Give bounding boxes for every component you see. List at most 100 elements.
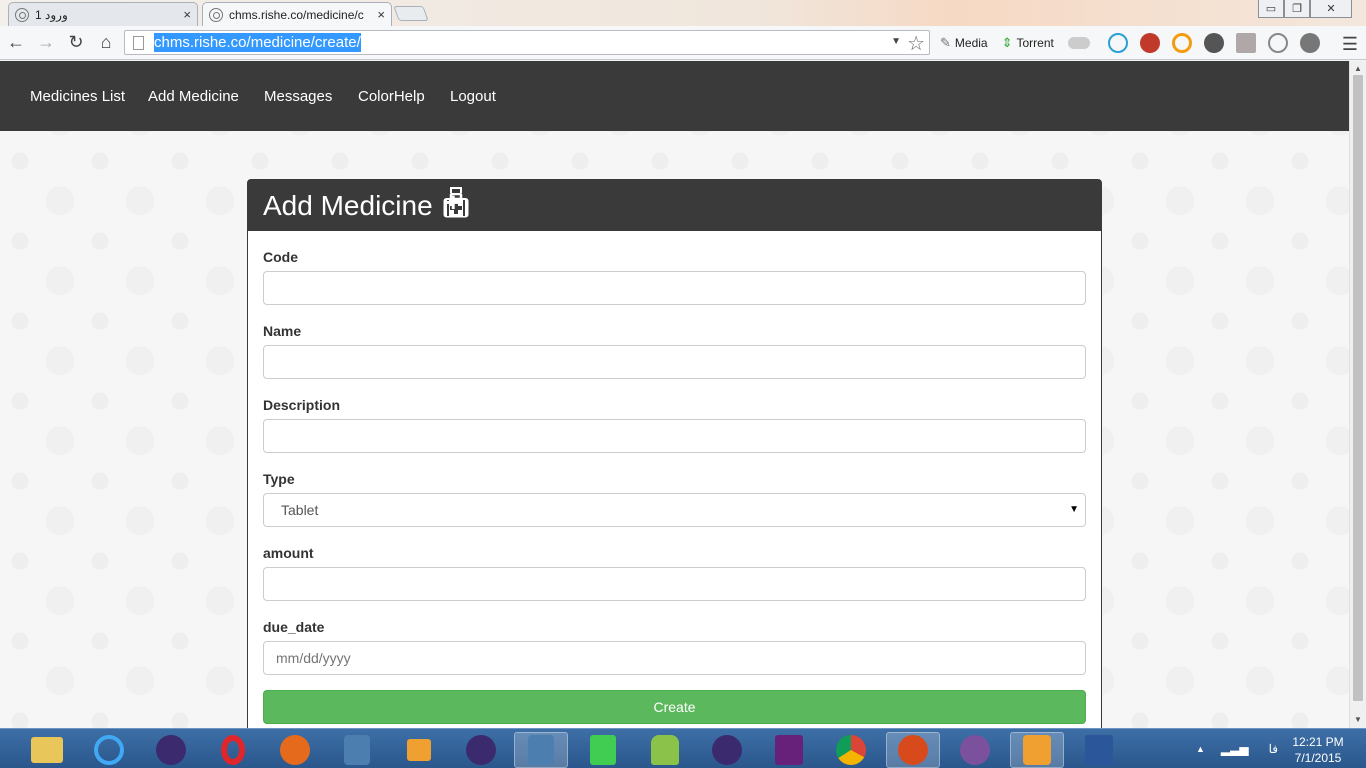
page-viewport: Medicines List Add Medicine Messages Col… — [0, 61, 1349, 728]
taskbar-word[interactable] — [1072, 732, 1126, 768]
qt-icon — [590, 735, 616, 765]
nav-logout[interactable]: Logout — [450, 88, 496, 105]
tab-title: chms.rishe.co/medicine/c — [229, 7, 364, 22]
type-selected-value: Tablet — [281, 502, 319, 518]
eclipse-icon — [466, 735, 496, 765]
android-icon — [651, 735, 679, 765]
page-icon — [133, 35, 144, 50]
nav-medicines-list[interactable]: Medicines List — [30, 88, 125, 105]
bookmark-star-icon[interactable]: ☆ — [907, 31, 925, 56]
globe-icon[interactable] — [1267, 33, 1288, 53]
taskbar-explorer[interactable] — [20, 732, 74, 768]
firefox-icon — [280, 735, 310, 765]
maximize-button[interactable]: ❐ — [1284, 0, 1310, 18]
taskbar-media-player[interactable] — [392, 732, 446, 768]
eclipse-icon — [712, 735, 742, 765]
word-icon — [1085, 735, 1113, 765]
name-label: Name — [263, 323, 302, 339]
browser-tab-2[interactable]: chms.rishe.co/medicine/c × — [202, 2, 392, 26]
taskbar-app-orange[interactable] — [1010, 732, 1064, 768]
tab-close-icon[interactable]: × — [377, 7, 385, 22]
new-tab-button[interactable] — [393, 6, 429, 21]
browser-toolbar: ← → ↻ ⌂ chms.rishe.co/medicine/create/ ▼… — [0, 26, 1366, 60]
adblock-icon[interactable] — [1139, 33, 1160, 53]
back-icon[interactable]: ← — [2, 29, 30, 57]
taskbar-python-1[interactable] — [330, 732, 384, 768]
browser-tab-1[interactable]: ورود 1 × — [8, 2, 198, 26]
amount-input[interactable] — [263, 567, 1086, 601]
film-icon[interactable] — [1203, 33, 1224, 53]
reload-icon[interactable]: ↻ — [62, 29, 90, 57]
download-icon[interactable] — [1235, 33, 1256, 53]
page-scrollbar[interactable]: ▲ ▼ — [1349, 61, 1366, 728]
add-medicine-panel: Add Medicine Code Name Description Type … — [247, 179, 1102, 728]
taskbar-android[interactable] — [638, 732, 692, 768]
nav-messages[interactable]: Messages — [264, 88, 332, 105]
forward-icon[interactable]: → — [32, 29, 60, 57]
scroll-down-icon[interactable]: ▼ — [1354, 715, 1362, 724]
browser-icon — [898, 735, 928, 765]
taskbar-viber[interactable] — [948, 732, 1002, 768]
torrent-extension[interactable]: ⇕ Torrent — [1002, 35, 1054, 51]
url-text[interactable]: chms.rishe.co/medicine/create/ — [154, 33, 361, 52]
folder-icon — [31, 737, 63, 763]
taskbar-opera[interactable] — [206, 732, 260, 768]
media-extension[interactable]: ✎ Media — [940, 35, 988, 51]
network-signal-icon[interactable]: ▂▃▅ — [1221, 742, 1249, 756]
due-date-label: due_date — [263, 619, 325, 635]
tab-close-icon[interactable]: × — [183, 7, 191, 22]
torrent-label: Torrent — [1016, 36, 1054, 50]
pacman-icon[interactable] — [1171, 33, 1192, 53]
scroll-up-icon[interactable]: ▲ — [1354, 64, 1362, 73]
media-label: Media — [954, 36, 988, 50]
taskbar-python-2[interactable] — [514, 732, 568, 768]
minimize-button[interactable]: ▭ — [1258, 0, 1284, 18]
nav-colorhelp[interactable]: ColorHelp — [358, 88, 425, 105]
nav-add-medicine[interactable]: Add Medicine — [148, 88, 239, 105]
type-label: Type — [263, 471, 295, 487]
menu-icon[interactable]: ☰ — [1342, 34, 1358, 55]
app-icon — [1023, 735, 1051, 765]
taskbar-visual-studio[interactable] — [762, 732, 816, 768]
tray-expand-icon[interactable]: ▲ — [1196, 744, 1205, 754]
code-input[interactable] — [263, 271, 1086, 305]
taskbar-eclipse-3[interactable] — [700, 732, 754, 768]
tab-favicon-icon — [209, 7, 223, 22]
home-icon[interactable]: ⌂ — [92, 29, 120, 57]
description-input[interactable] — [263, 419, 1086, 453]
window-controls: ▭ ❐ ✕ — [1258, 0, 1352, 18]
close-window-button[interactable]: ✕ — [1310, 0, 1352, 18]
save-icon[interactable] — [1299, 33, 1320, 53]
medkit-icon — [442, 186, 470, 219]
toggle-extension-icon[interactable] — [1067, 37, 1090, 49]
scroll-thumb[interactable] — [1353, 75, 1363, 701]
create-button[interactable]: Create — [263, 690, 1086, 724]
taskbar-qt[interactable] — [576, 732, 630, 768]
taskbar-eclipse-1[interactable] — [144, 732, 198, 768]
caret-down-icon: ▼ — [1069, 504, 1079, 515]
page-title: Add Medicine — [263, 189, 433, 221]
address-bar[interactable]: chms.rishe.co/medicine/create/ ▼ ☆ — [124, 30, 930, 55]
tab-favicon-icon — [15, 7, 29, 22]
taskbar-browser-active[interactable] — [886, 732, 940, 768]
taskbar-firefox[interactable] — [268, 732, 322, 768]
viber-icon — [960, 735, 990, 765]
language-indicator[interactable]: فا — [1269, 742, 1278, 756]
headphones-icon[interactable] — [1107, 33, 1128, 53]
media-icon: ✎ — [940, 35, 951, 50]
site-navbar: Medicines List Add Medicine Messages Col… — [0, 61, 1349, 131]
due-date-input[interactable] — [263, 641, 1086, 675]
python-icon — [528, 735, 554, 765]
visual-studio-icon — [775, 735, 803, 765]
taskbar-chrome[interactable] — [824, 732, 878, 768]
name-input[interactable] — [263, 345, 1086, 379]
chrome-icon — [836, 735, 866, 765]
type-select[interactable]: Tablet ▼ — [263, 493, 1086, 527]
taskbar-ie[interactable] — [82, 732, 136, 768]
chevron-down-icon[interactable]: ▼ — [891, 36, 901, 47]
media-player-icon — [407, 739, 431, 761]
amount-label: amount — [263, 545, 314, 561]
eclipse-icon — [156, 735, 186, 765]
taskbar-eclipse-2[interactable] — [454, 732, 508, 768]
taskbar-clock[interactable]: 12:21 PM 7/1/2015 — [1286, 734, 1350, 766]
